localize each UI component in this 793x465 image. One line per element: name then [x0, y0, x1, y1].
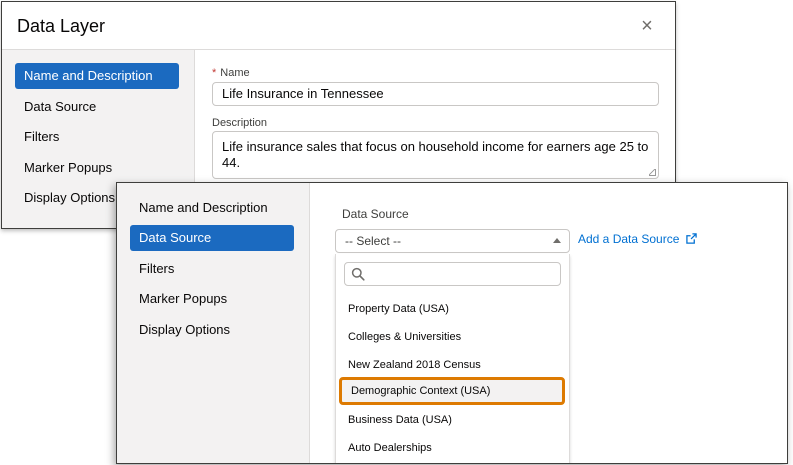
front-main-panel: Data Source -- Select -- Add a Data Sour… [310, 183, 787, 463]
dropdown-search[interactable] [344, 262, 561, 286]
caret-up-icon [553, 238, 561, 243]
nav-item-data-source[interactable]: Data Source [15, 94, 179, 120]
nav-item-display-options[interactable]: Display Options [130, 317, 294, 343]
nav-item-name-description[interactable]: Name and Description [130, 195, 294, 221]
option-business-data[interactable]: Business Data (USA) [336, 406, 569, 434]
add-data-source-link[interactable]: Add a Data Source [578, 232, 697, 246]
close-icon[interactable]: × [637, 16, 657, 36]
name-field-label: * Name [212, 67, 250, 79]
option-demographic-context[interactable]: Demographic Context (USA) [339, 377, 565, 405]
description-text: Life insurance sales that focus on house… [222, 139, 649, 170]
external-link-icon [686, 233, 697, 244]
resize-handle-icon[interactable] [649, 169, 656, 176]
description-textarea[interactable]: Life insurance sales that focus on house… [212, 131, 659, 179]
search-input[interactable] [371, 263, 556, 285]
select-value: -- Select -- [345, 234, 402, 248]
front-sidebar-nav: Name and Description Data Source Filters… [117, 183, 310, 463]
option-colleges-universities[interactable]: Colleges & Universities [336, 323, 569, 351]
option-new-zealand-census[interactable]: New Zealand 2018 Census [336, 351, 569, 379]
data-source-label: Data Source [342, 207, 409, 221]
nav-item-name-description[interactable]: Name and Description [15, 63, 179, 89]
description-field-label: Description [212, 117, 268, 129]
data-source-select[interactable]: -- Select -- [335, 229, 570, 253]
option-property-data[interactable]: Property Data (USA) [336, 295, 569, 323]
nav-item-marker-popups[interactable]: Marker Popups [130, 286, 294, 312]
add-data-source-label: Add a Data Source [578, 232, 680, 246]
nav-item-marker-popups[interactable]: Marker Popups [15, 155, 179, 181]
required-marker: * [212, 67, 217, 79]
dialog-title: Data Layer [17, 16, 106, 36]
name-input[interactable]: Life Insurance in Tennessee [212, 82, 659, 106]
nav-item-filters[interactable]: Filters [130, 256, 294, 282]
search-icon [351, 267, 365, 281]
data-source-dropdown: Property Data (USA) Colleges & Universit… [335, 254, 570, 463]
data-layer-dialog-front: Name and Description Data Source Filters… [116, 182, 788, 464]
name-label-text: Name [220, 67, 250, 79]
dialog-header: Data Layer × [2, 2, 675, 50]
option-auto-dealerships[interactable]: Auto Dealerships [336, 434, 569, 462]
nav-item-data-source[interactable]: Data Source [130, 225, 294, 251]
nav-item-filters[interactable]: Filters [15, 124, 179, 150]
